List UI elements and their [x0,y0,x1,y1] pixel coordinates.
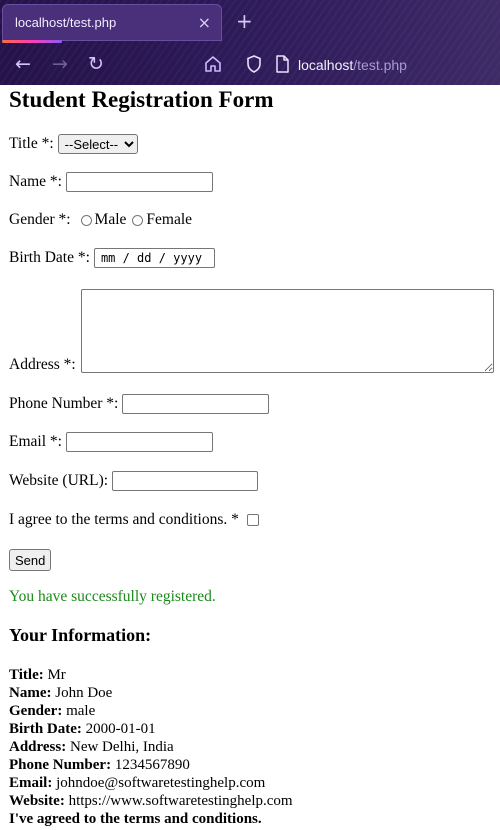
browser-toolbar: localhost/test.php × + ← → ↻ localhost/t… [0,0,500,85]
tab-accent-bar [2,40,62,43]
info-value: male [66,703,96,719]
info-line-phone: Phone Number: 1234567890 [9,756,293,774]
info-label: Address: [9,739,67,755]
forward-arrow-icon[interactable]: → [52,52,68,76]
title-label: Title *: [9,135,54,152]
phone-input[interactable] [122,394,270,414]
browser-tab[interactable]: localhost/test.php × [2,4,222,41]
info-line-terms: I've agreed to the terms and conditions. [9,810,293,828]
website-row: Website (URL): [9,471,259,491]
tab-title: localhost/test.php [15,15,117,30]
info-line-address: Address: New Delhi, India [9,738,293,756]
page-title: Student Registration Form [9,87,274,112]
email-label: Email *: [9,433,62,450]
info-label: Gender: [9,703,63,719]
email-row: Email *: [9,432,213,452]
back-arrow-icon[interactable]: ← [15,52,31,76]
info-value: Mr [47,667,66,683]
shield-icon[interactable] [244,54,264,74]
terms-agreed-text: I've agreed to the terms and conditions. [9,811,262,827]
info-value: New Delhi, India [69,739,174,755]
info-line-gender: Gender: male [9,702,293,720]
address-row: Address *: [9,356,80,374]
info-value: 2000-01-01 [85,721,156,737]
url-path: /test.php [353,57,407,73]
name-label: Name *: [9,173,62,190]
gender-row: Gender *: Male Female [9,211,192,229]
name-input[interactable] [65,172,213,192]
website-input[interactable] [112,471,259,491]
info-value: https://www.softwaretestinghelp.com [68,793,293,809]
reload-icon[interactable]: ↻ [88,52,104,76]
page-icon [276,55,289,73]
address-textarea[interactable] [81,289,494,373]
info-line-email: Email: johndoe@softwaretestinghelp.com [9,774,293,792]
info-value: 1234567890 [114,757,190,773]
gender-female-radio[interactable] [132,214,144,226]
info-label: Name: [9,685,52,701]
info-list: Title: Mr Name: John Doe Gender: male Bi… [9,666,293,828]
info-value: johndoe@softwaretestinghelp.com [56,775,266,791]
info-line-birth-date: Birth Date: 2000-01-01 [9,720,293,738]
info-label: Birth Date: [9,721,82,737]
new-tab-icon[interactable]: + [236,9,253,33]
email-input[interactable] [65,432,213,452]
gender-label: Gender *: [9,211,71,228]
phone-row: Phone Number *: [9,394,270,414]
website-label: Website (URL): [9,472,109,489]
close-icon[interactable]: × [198,13,211,32]
url-host: localhost [298,57,354,73]
name-row: Name *: [9,172,213,192]
gender-male-label: Male [94,211,127,228]
title-select[interactable]: --Select-- [57,134,138,154]
address-label: Address *: [9,356,76,373]
success-message: You have successfully registered. [9,588,216,605]
birth-date-input[interactable]: mm / dd / yyyy [93,248,215,268]
terms-row: I agree to the terms and conditions. * [9,511,259,529]
info-line-name: Name: John Doe [9,684,293,702]
terms-label: I agree to the terms and conditions. * [9,511,239,528]
info-label: Website: [9,793,65,809]
info-label: Title: [9,667,44,683]
info-heading: Your Information: [9,625,152,645]
terms-checkbox[interactable] [246,514,259,526]
url-bar[interactable]: localhost/test.php [298,57,407,73]
gender-male-radio[interactable] [80,214,92,226]
info-line-website: Website: https://www.softwaretestinghelp… [9,792,293,810]
title-row: Title *: --Select-- [9,134,138,154]
birth-label: Birth Date *: [9,249,90,266]
phone-label: Phone Number *: [9,395,119,412]
gender-female-label: Female [146,211,193,228]
info-label: Phone Number: [9,757,112,773]
info-label: Email: [9,775,53,791]
home-icon[interactable] [203,54,223,74]
info-line-title: Title: Mr [9,666,293,684]
birth-row: Birth Date *: mm / dd / yyyy [9,248,215,268]
send-button[interactable]: Send [9,549,52,571]
info-value: John Doe [55,685,113,701]
